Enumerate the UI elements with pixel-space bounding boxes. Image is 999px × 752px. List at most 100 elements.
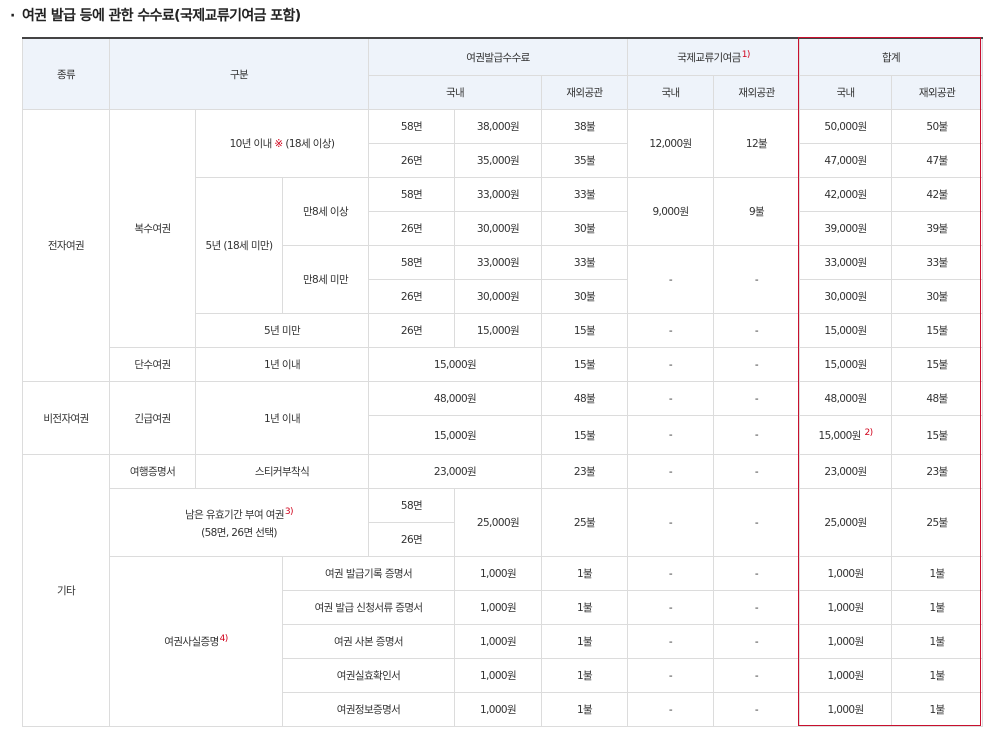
validity-sticker: 스티커부착식 <box>195 454 369 489</box>
fee-domestic: 1,000원 <box>454 624 542 659</box>
intl-domestic: 9,000원 <box>627 177 715 246</box>
fee-overseas: 30불 <box>540 211 629 246</box>
table-row: 전자여권 복수여권 10년 이내 ※ (18세 이상) 58면 38,000원 … <box>22 109 984 382</box>
pages-26: 26면 <box>368 522 455 557</box>
age8-under: 만8세 미만 <box>282 245 369 314</box>
fee-overseas: 15불 <box>540 313 629 348</box>
total-overseas: 23불 <box>891 454 984 489</box>
intl-overseas: - <box>713 488 801 557</box>
intl-overseas: 9불 <box>713 177 801 246</box>
sub-fact-cert: 여권사실증명4) <box>109 556 283 727</box>
fee-overseas: 35불 <box>540 143 629 178</box>
fee-domestic: 30,000원 <box>454 211 542 246</box>
total-domestic: 30,000원 <box>799 279 893 314</box>
total-overseas: 1불 <box>891 556 984 591</box>
header-total: 합계 <box>799 37 984 76</box>
remaining-validity-label: 남은 유효기간 부여 여권 <box>185 509 284 521</box>
header-issue-fee: 여권발급수수료 <box>367 37 629 76</box>
intl-domestic: - <box>627 624 715 659</box>
intl-domestic: - <box>627 347 715 382</box>
fact-item: 여권 발급기록 증명서 <box>282 556 455 591</box>
total-domestic: 1,000원 <box>799 556 893 591</box>
total-overseas: 42불 <box>891 177 984 212</box>
intl-domestic: 12,000원 <box>627 109 715 178</box>
validity-5y: 5년 (18세 미만) <box>195 177 283 314</box>
type-electronic: 전자여권 <box>22 109 110 382</box>
intl-domestic: - <box>627 692 715 727</box>
total-overseas: 15불 <box>891 415 984 455</box>
total-domestic: 25,000원 <box>799 488 893 557</box>
total-overseas: 1불 <box>891 624 984 659</box>
total-overseas: 50불 <box>891 109 984 144</box>
footnote-4: 4) <box>219 634 229 644</box>
fee-overseas: 33불 <box>540 245 629 280</box>
remaining-validity-choice: (58면, 26면 선택) <box>201 527 277 539</box>
header-overseas: 재외공관 <box>891 75 984 110</box>
fee-domestic: 15,000원 <box>368 415 542 455</box>
header-domestic: 국내 <box>799 75 893 110</box>
pages-26: 26면 <box>368 211 455 246</box>
fee-overseas: 30불 <box>540 279 629 314</box>
intl-domestic: - <box>627 556 715 591</box>
fee-domestic: 25,000원 <box>454 488 542 557</box>
total-domestic: 1,000원 <box>799 692 893 727</box>
header-overseas: 재외공관 <box>540 75 629 110</box>
total-overseas: 15불 <box>891 347 984 382</box>
total-overseas: 1불 <box>891 692 984 727</box>
title-bullet: · <box>10 8 15 24</box>
fee-overseas: 48불 <box>540 381 629 416</box>
asterisk-mark: ※ <box>274 138 283 150</box>
intl-domestic: - <box>627 245 715 314</box>
validity-under5: 5년 미만 <box>195 313 369 348</box>
pages-26: 26면 <box>368 279 455 314</box>
intl-overseas: - <box>713 624 801 659</box>
total-overseas: 1불 <box>891 590 984 625</box>
fee-domestic: 1,000원 <box>454 692 542 727</box>
fee-domestic: 1,000원 <box>454 658 542 693</box>
total-domestic: 15,000원 <box>799 347 893 382</box>
intl-overseas: - <box>713 347 801 382</box>
total-domestic: 33,000원 <box>799 245 893 280</box>
total-domestic: 15,000원 2) <box>799 415 893 455</box>
total-overseas: 15불 <box>891 313 984 348</box>
fact-item: 여권정보증명서 <box>282 692 455 727</box>
fee-domestic: 1,000원 <box>454 590 542 625</box>
validity-10y: 10년 이내 ※ (18세 이상) <box>195 109 369 178</box>
total-domestic: 15,000원 <box>799 313 893 348</box>
fee-domestic: 35,000원 <box>454 143 542 178</box>
pages-58: 58면 <box>368 177 455 212</box>
header-intl-contrib-label: 국제교류기여금 <box>677 51 741 64</box>
fee-overseas: 33불 <box>540 177 629 212</box>
sub-remaining-validity: 남은 유효기간 부여 여권3) (58면, 26면 선택) <box>109 488 369 557</box>
sub-multiple: 복수여권 <box>109 109 196 348</box>
type-other: 기타 <box>22 454 110 727</box>
fact-item: 여권 발급 신청서류 증명서 <box>282 590 455 625</box>
total-overseas: 1불 <box>891 658 984 693</box>
sub-travel-cert: 여행증명서 <box>109 454 196 489</box>
fee-overseas: 1불 <box>540 556 629 591</box>
fact-cert-label: 여권사실증명 <box>164 636 219 648</box>
footnote-2: 2) <box>864 427 873 438</box>
title-text: 여권 발급 등에 관한 수수료(국제교류기여금 포함) <box>22 8 301 24</box>
fee-domestic: 48,000원 <box>368 381 542 416</box>
intl-overseas: - <box>713 313 801 348</box>
total-domestic: 1,000원 <box>799 590 893 625</box>
pages-58: 58면 <box>368 109 455 144</box>
fee-overseas: 25불 <box>540 488 629 557</box>
fee-domestic: 1,000원 <box>454 556 542 591</box>
pages-58: 58면 <box>368 245 455 280</box>
fee-domestic: 38,000원 <box>454 109 542 144</box>
intl-domestic: - <box>627 488 715 557</box>
fee-domestic: 15,000원 <box>454 313 542 348</box>
fee-overseas: 1불 <box>540 658 629 693</box>
total-overseas: 30불 <box>891 279 984 314</box>
fee-domestic: 33,000원 <box>454 245 542 280</box>
total-overseas: 47불 <box>891 143 984 178</box>
intl-overseas: - <box>713 454 801 489</box>
header-category: 구분 <box>109 37 369 110</box>
fee-overseas: 1불 <box>540 590 629 625</box>
intl-overseas: - <box>713 381 801 416</box>
pages-58: 58면 <box>368 488 455 523</box>
fact-item: 여권실효확인서 <box>282 658 455 693</box>
footnote-1: 1) <box>741 49 751 60</box>
